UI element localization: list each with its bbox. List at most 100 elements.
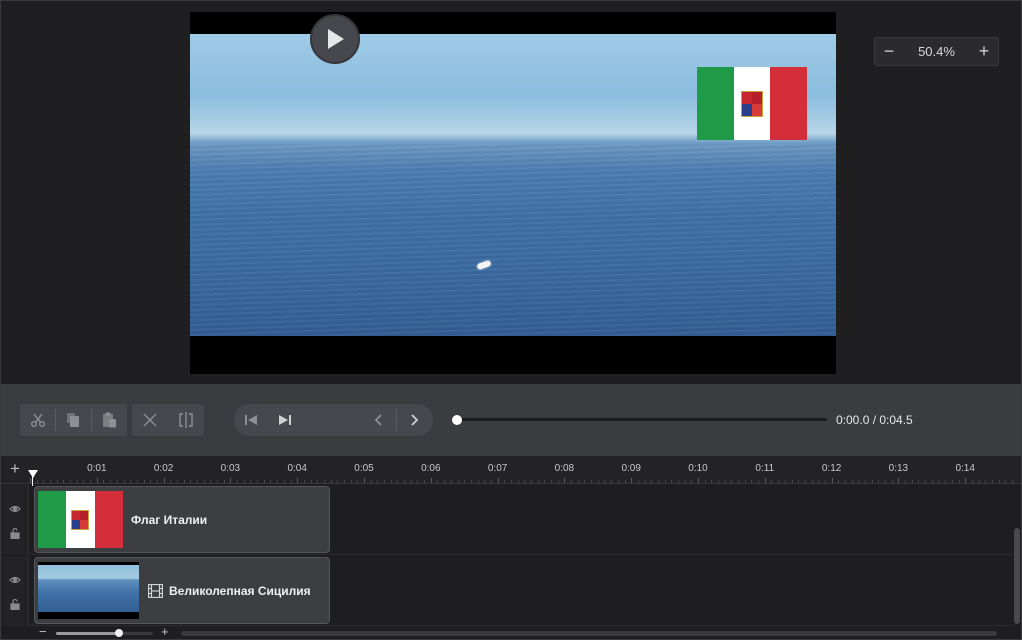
ruler-tick [938,480,940,483]
ruler-tick [283,480,285,483]
ruler-tick [243,480,245,483]
eye-icon[interactable] [9,574,21,586]
ruler-tick [343,480,345,483]
ruler-tick [731,480,733,483]
ruler-tick [263,480,265,483]
clip-label: Флаг Италии [131,513,208,527]
split-button-group [132,404,204,436]
eye-icon[interactable] [9,503,21,515]
paste-button[interactable] [92,404,127,436]
ruler-tick [150,480,152,483]
ruler-tick [477,480,479,483]
ruler-tick [297,478,299,483]
ruler-tick [671,480,673,483]
delete-button[interactable] [132,404,168,436]
ruler-tick [83,480,85,483]
horizontal-scrollbar[interactable] [181,631,997,636]
ruler-tick [257,480,259,483]
ruler-tick [831,478,833,483]
ruler-tick [377,480,379,483]
track-controls [1,556,29,626]
ruler-tick [885,480,887,483]
ruler-tick [123,480,125,483]
ruler-tick [677,480,679,483]
sea-texture [190,144,836,336]
ruler-tick [771,480,773,483]
ruler-label: 0:06 [421,463,441,474]
ruler-tick [156,480,158,483]
preview-area: − 50.4% + [1,1,1021,383]
time-ruler[interactable]: + 0:01 0:02 0:03 0:04 0:05 0:06 0:07 0:08 0:09 0:… [1,456,1021,486]
previous-marker-button[interactable] [362,404,396,436]
ruler-tick [337,480,339,483]
video-canvas[interactable] [190,12,836,374]
ruler-tick [577,480,579,483]
ruler-tick [764,478,766,483]
timecode: 0:00.0 / 0:04.5 [836,413,913,427]
split-button[interactable] [168,404,204,436]
play-button[interactable] [310,14,360,64]
ruler-tick [1011,480,1013,483]
ruler-tick [557,480,559,483]
next-frame-button[interactable] [268,404,302,436]
timeline-zoom-handle[interactable] [115,629,123,637]
ruler-tick [76,480,78,483]
paste-icon [103,412,117,428]
next-marker-button[interactable] [397,404,431,436]
ruler-tick [584,480,586,483]
timeline-zoom-in-button[interactable]: + [161,624,169,639]
zoom-value: 50.4% [918,44,955,59]
scrubber-handle[interactable] [452,415,462,425]
ruler-tick [230,478,232,483]
ruler-tick [1005,480,1007,483]
track-2: Великолепная Сицилия [1,556,1013,626]
ruler-tick [450,480,452,483]
edit-button-group [20,404,127,436]
ruler-tick [364,478,365,483]
ruler-tick [524,480,526,483]
ruler-label: 0:08 [554,463,575,474]
film-icon [148,584,163,598]
ruler-tick [130,480,132,483]
zoom-out-button[interactable]: − [875,38,903,65]
copy-button[interactable] [56,404,91,436]
ruler-tick [758,480,760,483]
crest-icon [741,90,763,117]
ruler-tick [176,480,178,483]
ruler-tick [43,480,45,483]
ruler-tick [871,480,873,483]
timeline-clip[interactable]: Флаг Италии [34,486,330,553]
ruler-tick [417,480,419,483]
ruler-tick [711,480,713,483]
crest-icon [71,509,90,530]
playhead[interactable] [28,470,38,478]
timeline-zoom-out-button[interactable]: − [39,624,47,639]
next-frame-icon [279,415,291,425]
timeline-clip[interactable]: Великолепная Сицилия [34,557,330,624]
ruler-tick [323,480,325,483]
ruler-tick [457,480,459,483]
vertical-scrollbar[interactable] [1014,528,1020,624]
ruler-tick [517,480,519,483]
ruler-tick [637,480,639,483]
lock-open-icon[interactable] [9,527,21,539]
cut-button[interactable] [20,404,55,436]
ruler-tick [925,480,927,483]
ruler-tick [317,480,319,483]
italy-flag-overlay[interactable] [697,67,808,140]
ruler-tick [183,480,185,483]
ruler-tick [544,480,546,483]
ruler-tick [918,480,920,483]
ruler-label: 0:01 [87,463,107,474]
skip-to-start-button[interactable] [234,404,268,436]
ruler-tick [470,480,472,483]
ruler-tick [30,478,31,483]
lock-open-icon[interactable] [9,598,21,610]
ruler-tick [911,480,913,483]
ruler-tick [744,480,746,483]
playback-scrubber[interactable] [456,418,827,421]
zoom-in-button[interactable]: + [970,38,998,65]
add-track-button[interactable]: + [5,459,25,479]
ruler-tick [798,480,800,483]
ruler-tick [50,480,52,483]
